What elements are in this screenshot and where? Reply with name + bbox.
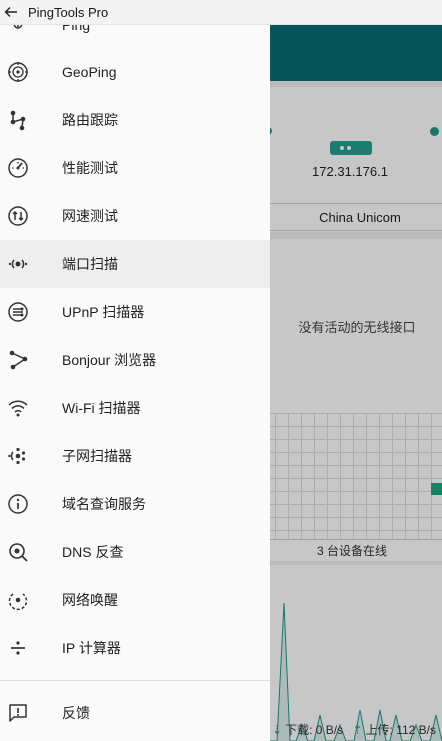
route-trace-icon xyxy=(6,108,30,132)
drawer-item-dns-lookup[interactable]: DNS 反查 xyxy=(0,528,270,576)
drawer-item-upnp[interactable]: UPnP 扫描器 xyxy=(0,288,270,336)
drawer-item-traceroute[interactable]: 路由跟踪 xyxy=(0,96,270,144)
navigation-drawer: Ping GeoPing 路由跟踪 性能测试 网速测试 端口扫描 UPnP 扫描… xyxy=(0,25,270,741)
upnp-icon xyxy=(6,300,30,324)
drawer-item-whois[interactable]: 域名查询服务 xyxy=(0,480,270,528)
drawer-item-wake-on-lan[interactable]: 网络唤醒 xyxy=(0,576,270,624)
whois-icon xyxy=(6,492,30,516)
wifi-icon xyxy=(6,396,30,420)
drawer-item-speedtest[interactable]: 网速测试 xyxy=(0,192,270,240)
dns-lookup-icon xyxy=(6,540,30,564)
drawer-item-ping[interactable]: Ping xyxy=(0,25,270,49)
subnet-scan-icon xyxy=(6,444,30,468)
back-arrow-icon[interactable] xyxy=(0,1,22,23)
ip-calculator-icon xyxy=(6,636,30,660)
globe-target-icon xyxy=(6,60,30,84)
drawer-item-ip-calculator[interactable]: IP 计算器 xyxy=(0,624,270,672)
drawer-item-wifi-scanner[interactable]: Wi-Fi 扫描器 xyxy=(0,384,270,432)
drawer-item-portscan[interactable]: 端口扫描 xyxy=(0,240,270,288)
drawer-item-performance[interactable]: 性能测试 xyxy=(0,144,270,192)
drawer-item-bonjour[interactable]: Bonjour 浏览器 xyxy=(0,336,270,384)
drawer-divider xyxy=(0,680,270,681)
wake-on-lan-icon xyxy=(6,588,30,612)
speedometer-icon xyxy=(6,156,30,180)
window-titlebar: PingTools Pro xyxy=(0,0,442,25)
ping-icon xyxy=(6,25,30,37)
drawer-item-geoping[interactable]: GeoPing xyxy=(0,48,270,96)
up-down-arrows-icon xyxy=(6,204,30,228)
bonjour-icon xyxy=(6,348,30,372)
port-scan-icon xyxy=(6,252,30,276)
drawer-item-subnet-scanner[interactable]: 子网扫描器 xyxy=(0,432,270,480)
drawer-item-feedback[interactable]: 反馈 xyxy=(0,689,270,737)
feedback-icon xyxy=(6,701,30,725)
window-title: PingTools Pro xyxy=(28,4,109,20)
